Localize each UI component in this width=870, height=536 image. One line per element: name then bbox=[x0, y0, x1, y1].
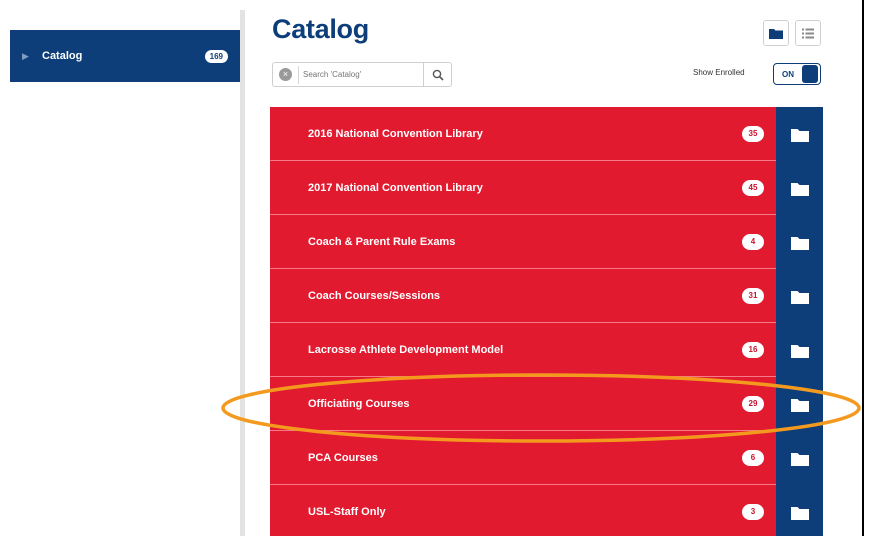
folder-icon bbox=[790, 344, 809, 358]
catalog-row[interactable]: Coach & Parent Rule Exams 4 bbox=[270, 215, 823, 269]
page-title: Catalog bbox=[272, 14, 369, 44]
catalog-row-count: 45 bbox=[742, 179, 764, 196]
catalog-row-label: Lacrosse Athlete Development Model bbox=[308, 343, 504, 356]
search-button[interactable] bbox=[423, 63, 451, 86]
catalog-row-label: Coach & Parent Rule Exams bbox=[308, 235, 456, 248]
sidebar-item-catalog[interactable]: ▶ Catalog 169 bbox=[10, 30, 240, 82]
catalog-row-main[interactable]: 2016 National Convention Library 35 bbox=[270, 107, 776, 161]
catalog-row-count: 16 bbox=[742, 341, 764, 358]
catalog-row-label: 2016 National Convention Library bbox=[308, 127, 483, 140]
sidebar-item-count: 169 bbox=[204, 49, 228, 63]
folder-icon bbox=[790, 398, 809, 412]
list-icon bbox=[802, 28, 814, 38]
catalog-row-label: 2017 National Convention Library bbox=[308, 181, 483, 194]
folder-view-button[interactable] bbox=[763, 20, 789, 46]
app-root: ▶ Catalog 169 Catalog × Show Enrolled ON bbox=[0, 0, 870, 536]
catalog-row-count: 3 bbox=[742, 503, 764, 520]
catalog-row-count: 6 bbox=[742, 449, 764, 466]
open-folder-button[interactable] bbox=[776, 485, 823, 536]
open-folder-button[interactable] bbox=[776, 215, 823, 269]
folder-icon bbox=[790, 290, 809, 304]
catalog-row-main[interactable]: Officiating Courses 29 bbox=[270, 377, 776, 431]
show-enrolled-label: Show Enrolled bbox=[693, 68, 745, 77]
toggle-label: ON bbox=[782, 69, 794, 79]
folder-icon bbox=[790, 128, 809, 142]
sidebar-item-label: Catalog bbox=[42, 50, 83, 62]
catalog-row-main[interactable]: Lacrosse Athlete Development Model 16 bbox=[270, 323, 776, 377]
catalog-row-count: 35 bbox=[742, 125, 764, 142]
catalog-row-label: PCA Courses bbox=[308, 451, 378, 464]
folder-icon bbox=[790, 452, 809, 466]
sidebar-divider bbox=[240, 10, 245, 536]
catalog-row[interactable]: Officiating Courses 29 bbox=[270, 377, 823, 431]
catalog-row[interactable]: Lacrosse Athlete Development Model 16 bbox=[270, 323, 823, 377]
show-enrolled-toggle[interactable]: ON bbox=[773, 63, 821, 85]
folder-icon bbox=[769, 29, 783, 39]
search-box: × bbox=[272, 62, 452, 87]
catalog-row-main[interactable]: PCA Courses 6 bbox=[270, 431, 776, 485]
folder-icon bbox=[790, 236, 809, 250]
search-input[interactable] bbox=[298, 65, 408, 84]
open-folder-button[interactable] bbox=[776, 107, 823, 161]
catalog-row-count: 4 bbox=[742, 233, 764, 250]
open-folder-button[interactable] bbox=[776, 377, 823, 431]
catalog-row-main[interactable]: 2017 National Convention Library 45 bbox=[270, 161, 776, 215]
open-folder-button[interactable] bbox=[776, 323, 823, 377]
search-icon bbox=[432, 69, 444, 81]
catalog-row[interactable]: USL-Staff Only 3 bbox=[270, 485, 823, 536]
open-folder-button[interactable] bbox=[776, 161, 823, 215]
clear-icon[interactable]: × bbox=[279, 68, 292, 81]
catalog-row[interactable]: 2017 National Convention Library 45 bbox=[270, 161, 823, 215]
catalog-row-label: USL-Staff Only bbox=[308, 505, 386, 518]
catalog-row-count: 29 bbox=[742, 395, 764, 412]
catalog-row-count: 31 bbox=[742, 287, 764, 304]
catalog-row-main[interactable]: Coach & Parent Rule Exams 4 bbox=[270, 215, 776, 269]
open-folder-button[interactable] bbox=[776, 431, 823, 485]
folder-icon bbox=[790, 506, 809, 520]
catalog-row-label: Officiating Courses bbox=[308, 397, 410, 410]
toggle-knob bbox=[802, 65, 818, 83]
sidebar: ▶ Catalog 169 bbox=[0, 0, 240, 536]
catalog-row[interactable]: PCA Courses 6 bbox=[270, 431, 823, 485]
catalog-row-main[interactable]: USL-Staff Only 3 bbox=[270, 485, 776, 536]
folder-icon bbox=[790, 182, 809, 196]
catalog-row[interactable]: Coach Courses/Sessions 31 bbox=[270, 269, 823, 323]
open-folder-button[interactable] bbox=[776, 269, 823, 323]
catalog-row[interactable]: 2016 National Convention Library 35 bbox=[270, 107, 823, 161]
catalog-list: 2016 National Convention Library 35 2017… bbox=[270, 107, 823, 536]
window-edge bbox=[862, 0, 864, 536]
catalog-row-label: Coach Courses/Sessions bbox=[308, 289, 441, 302]
chevron-right-icon: ▶ bbox=[22, 50, 29, 61]
list-view-button[interactable] bbox=[795, 20, 821, 46]
catalog-row-main[interactable]: Coach Courses/Sessions 31 bbox=[270, 269, 776, 323]
